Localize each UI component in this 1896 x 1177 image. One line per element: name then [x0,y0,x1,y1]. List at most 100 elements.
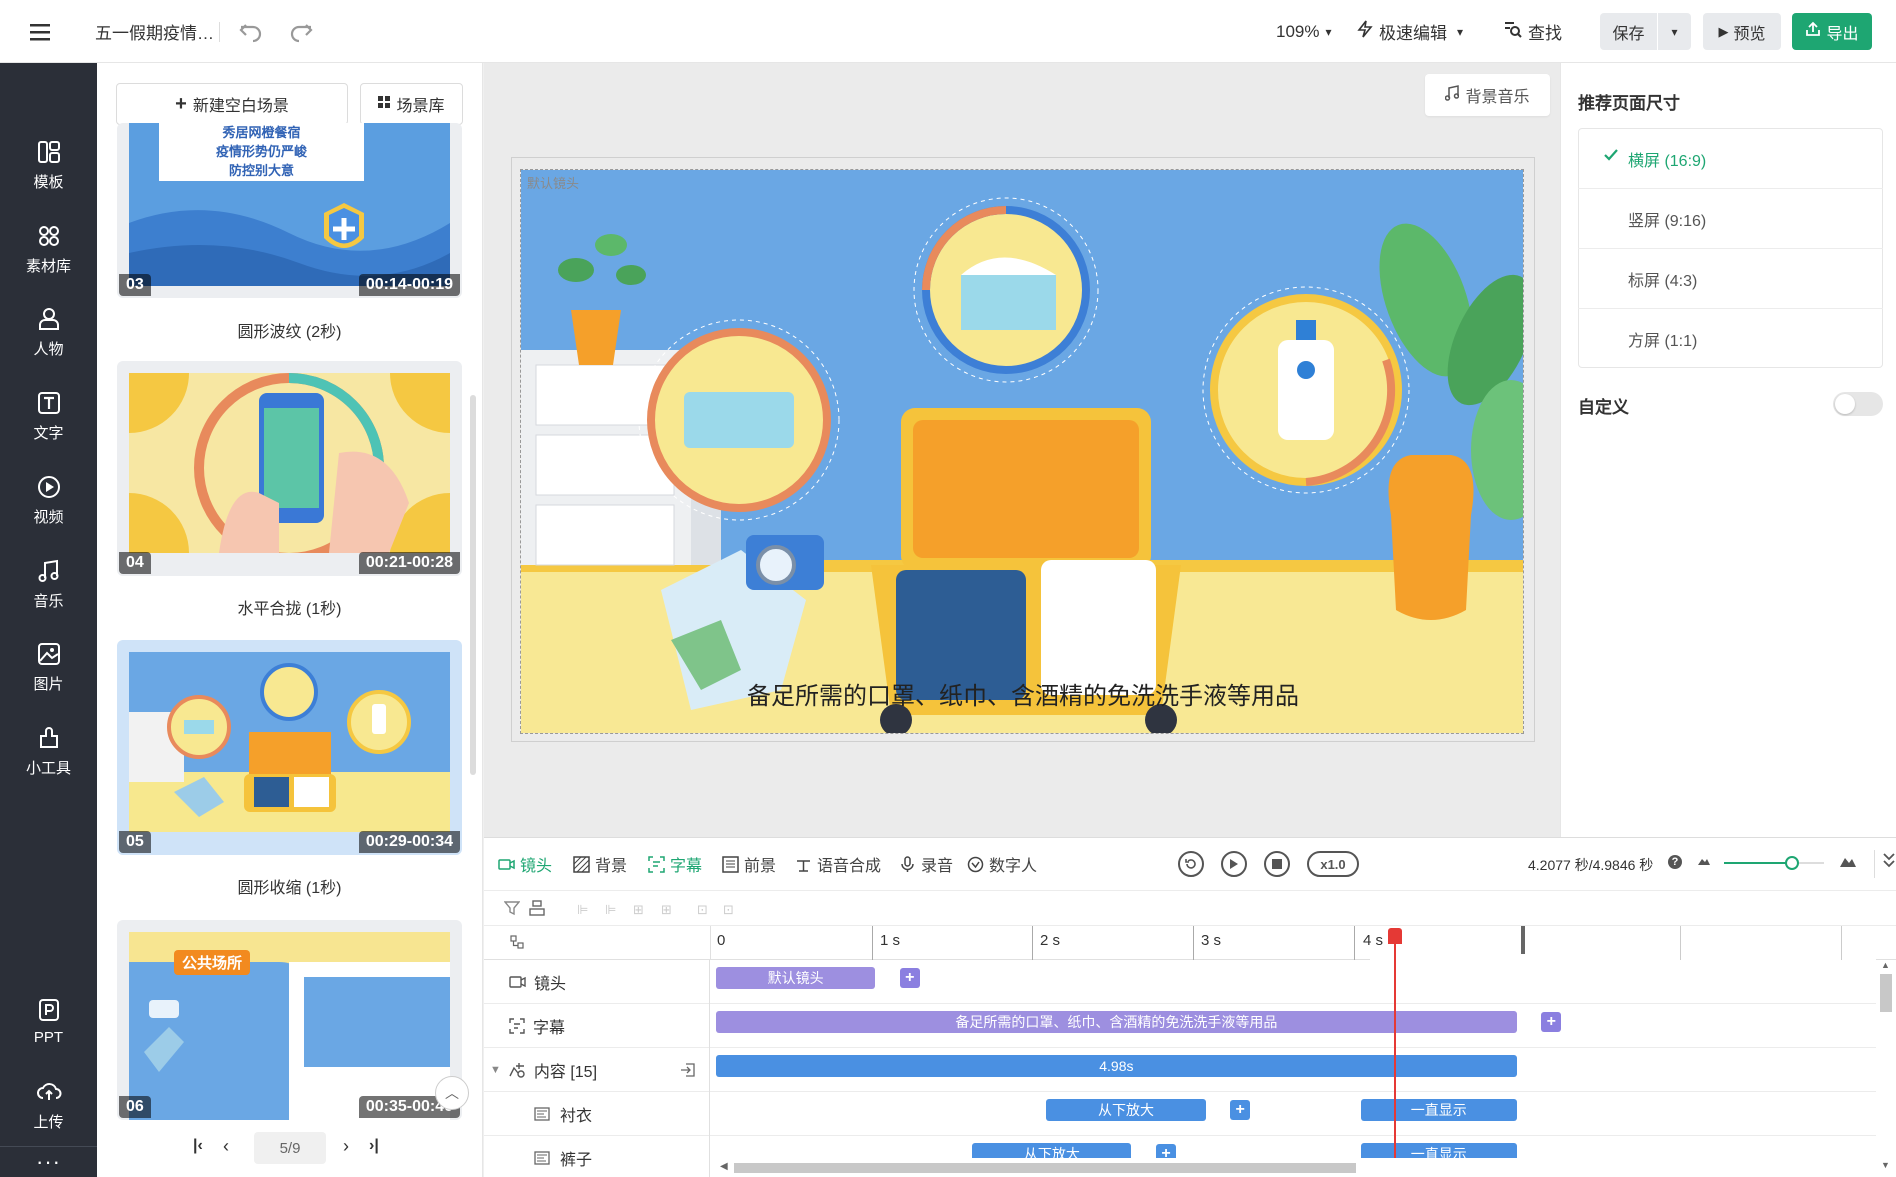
timeline-clip[interactable]: 备足所需的口罩、纸巾、含酒精的免洗洗手液等用品 [716,1011,1517,1033]
tab-digital-human[interactable]: 数字人 [967,838,1037,890]
preview-button[interactable]: ▶ 预览 [1703,13,1781,50]
more-icon[interactable]: ··· [36,1149,61,1175]
sidebar-item-text[interactable]: 文字 [0,376,97,456]
replay-button[interactable] [1178,851,1204,877]
tab-subtitle[interactable]: 字幕 [648,838,702,890]
vertical-scrollbar[interactable]: ▲ ▼ [1876,960,1896,1177]
save-dropdown-button[interactable]: ▾ [1658,13,1691,50]
playhead-handle[interactable] [1388,928,1403,944]
expand-group-icon[interactable] [680,1062,696,1083]
add-clip-button[interactable]: + [899,968,920,988]
timeline-clip[interactable]: 一直显示 [1360,1099,1517,1121]
next-page-icon[interactable]: › [343,1136,349,1157]
subtitle-text[interactable]: 备足所需的口罩、纸巾、含酒精的免洗洗手液等用品 [521,676,1523,711]
add-clip-button[interactable]: + [1541,1012,1562,1032]
chevron-down-icon: ▾ [1671,24,1678,39]
time-ruler[interactable]: 0 1 s 2 s 3 s 4 s [484,926,1896,960]
play-button[interactable] [1221,851,1247,877]
sidebar-item-image[interactable]: 图片 [0,627,97,707]
add-clip-button[interactable]: + [1230,1100,1251,1120]
ruler-tick-label: 1 s [880,932,901,949]
custom-size-toggle[interactable] [1833,392,1883,416]
playhead[interactable] [1388,928,1403,1162]
scene-library-button[interactable]: 场景库 [360,83,463,125]
image-icon [534,1107,550,1121]
export-button[interactable]: 导出 [1792,13,1872,50]
undo-icon[interactable] [238,0,264,63]
scrollbar-thumb[interactable] [734,1163,1356,1173]
find-button[interactable]: 查找 [1504,0,1562,63]
scroll-left-arrow[interactable]: ◀ [720,1161,728,1172]
align-left-icon[interactable]: ⊫ [577,902,588,918]
collapse-panel-icon[interactable] [1882,852,1896,873]
prev-page-icon[interactable]: ‹ [223,1136,229,1157]
align-right-icon[interactable]: ⊫ [605,902,616,918]
sidebar-item-video[interactable]: 视频 [0,460,97,540]
page-indicator[interactable]: 5/9 [254,1132,326,1164]
divider [219,22,220,42]
tab-foreground[interactable]: 前景 [722,838,776,890]
size-option-label: 竖屏 (9:16) [1628,212,1707,230]
menu-icon[interactable] [30,0,52,63]
scene-card-active[interactable]: 05 00:29-00:34 [117,640,462,855]
scene-transition-label[interactable]: 圆形收缩 (1秒) [117,874,462,898]
sidebar-item-person[interactable]: 人物 [0,292,97,372]
size-option-square[interactable]: 方屏 (1:1) [1578,309,1883,369]
scene-card[interactable]: 秀居网橙餐宿 疫情形势仍严峻 防控别大意 03 00:14-00:19 [117,123,462,298]
scroll-down-arrow[interactable]: ▼ [1881,1160,1890,1170]
distribute-icon[interactable]: ⊞ [661,902,672,918]
zoom-out-icon[interactable] [1697,853,1711,872]
filter-icon[interactable] [503,900,521,921]
scrollbar[interactable] [470,395,476,775]
scroll-up-arrow[interactable]: ▲ [1881,960,1890,970]
first-page-icon[interactable]: |‹ [193,1137,203,1155]
zoom-in-icon[interactable] [1839,851,1857,874]
tab-record[interactable]: 录音 [899,838,953,890]
sidebar-item-tools[interactable]: 小工具 [0,711,97,791]
scene-card[interactable]: 04 00:21-00:28 [117,361,462,576]
redo-icon[interactable] [288,0,314,63]
sidebar-item-music[interactable]: 音乐 [0,544,97,624]
new-scene-button[interactable]: + 新建空白场景 [116,83,348,125]
scroll-up-button[interactable]: ︿ [435,1076,469,1110]
size-option-landscape[interactable]: 横屏 (16:9) [1578,129,1883,189]
tab-label: 镜头 [520,858,553,875]
scene-transition-label[interactable]: 水平合拢 (1秒) [117,595,462,619]
edit-mode-select[interactable]: 极速编辑 ▾ [1357,0,1463,63]
sidebar-item-ppt[interactable]: PPT [0,981,97,1061]
scene-number: 05 [119,831,151,853]
size-option-standard[interactable]: 标屏 (4:3) [1578,249,1883,309]
tab-background[interactable]: 背景 [573,838,627,890]
layers-icon[interactable] [529,900,545,921]
tab-label: 语音合成 [817,858,882,875]
sidebar-item-template[interactable]: 模板 [0,125,97,205]
align-center-icon[interactable]: ⊞ [633,902,644,918]
chevron-down-icon[interactable]: ▼ [490,1064,501,1076]
save-button[interactable]: 保存 [1600,13,1657,50]
last-page-icon[interactable]: ›| [369,1137,379,1155]
timeline-clip[interactable]: 4.98s [716,1055,1517,1077]
size-option-portrait[interactable]: 竖屏 (9:16) [1578,189,1883,249]
sidebar-item-upload[interactable]: 上传 [0,1065,97,1145]
ungroup-icon[interactable]: ⊡ [723,902,734,918]
timeline-clip[interactable]: 默认镜头 [716,967,876,989]
background-music-button[interactable]: 背景音乐 [1425,74,1550,116]
sidebar-item-assets[interactable]: 素材库 [0,209,97,289]
page-size-title: 推荐页面尺寸 [1578,94,1680,113]
zoom-slider-handle[interactable] [1785,856,1799,870]
document-title[interactable]: 五一假期疫情… [95,0,215,63]
scene-card[interactable]: 公共场所 06 00:35-00:40 [117,920,462,1120]
stage[interactable]: 默认镜头 备足所需的口罩、纸巾、含酒精的免洗洗手液等用品 [520,169,1524,734]
tab-tts[interactable]: 语音合成 [795,838,881,890]
tab-camera[interactable]: 镜头 [498,838,552,890]
zoom-select[interactable]: 109% ▾ [1276,0,1332,63]
group-icon[interactable]: ⊡ [697,902,708,918]
timeline-clip[interactable]: 从下放大 [1046,1099,1206,1121]
scene-transition-label[interactable]: 圆形波纹 (2秒) [117,318,462,342]
help-icon[interactable]: ? [1668,855,1682,869]
zoom-slider-track[interactable] [1724,856,1824,870]
speed-button[interactable]: x1.0 [1307,851,1359,877]
stop-button[interactable] [1264,851,1290,877]
scrollbar-thumb[interactable] [1880,974,1892,1012]
horizontal-scrollbar[interactable]: ◀ [710,1158,1876,1177]
